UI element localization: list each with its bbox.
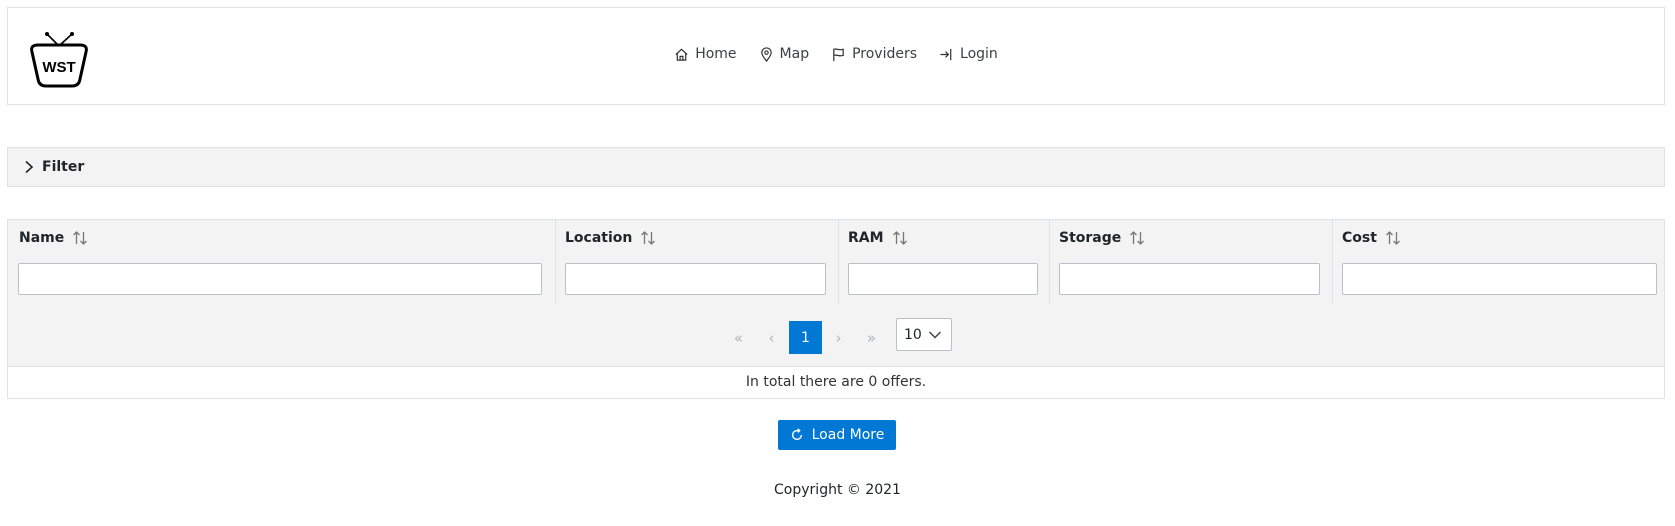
sort-icon [1130, 231, 1145, 245]
page-1-button[interactable]: 1 [789, 321, 822, 354]
last-page-button[interactable]: » [855, 321, 888, 354]
column-location-header[interactable]: Location [565, 230, 656, 246]
footer-copyright: Copyright © 2021 [774, 482, 901, 498]
sort-icon [1385, 231, 1400, 245]
cost-filter-input[interactable] [1342, 263, 1657, 295]
map-pin-icon [760, 46, 772, 62]
main-nav: Home Map Providers Login [8, 46, 1664, 62]
home-icon [675, 48, 688, 61]
rows-per-page-dropdown[interactable]: 10 [896, 318, 952, 351]
column-location-label: Location [565, 230, 633, 246]
column-location: Location [555, 220, 839, 304]
offers-table: Name Location RAM Storage Cost « ‹ 1 › »… [7, 219, 1665, 399]
prev-page-button[interactable]: ‹ [755, 321, 788, 354]
nav-home[interactable]: Home [674, 46, 737, 62]
rows-per-page-value: 10 [904, 326, 922, 343]
paginator: « ‹ 1 › » 10 [8, 304, 1664, 367]
first-page-button[interactable]: « [722, 321, 755, 354]
column-storage-header[interactable]: Storage [1059, 230, 1145, 246]
refresh-icon [791, 428, 802, 441]
column-name: Name [8, 220, 555, 304]
column-storage-label: Storage [1059, 230, 1122, 246]
column-ram-label: RAM [848, 230, 884, 246]
nav-map[interactable]: Map [759, 46, 810, 62]
column-cost-header[interactable]: Cost [1342, 230, 1401, 246]
sort-icon [892, 231, 907, 245]
flag-icon [833, 47, 844, 61]
storage-filter-input[interactable] [1059, 263, 1320, 295]
filter-label: Filter [42, 159, 85, 175]
column-ram: RAM [838, 220, 1050, 304]
column-storage: Storage [1049, 220, 1333, 304]
nav-login[interactable]: Login [939, 46, 998, 62]
column-name-label: Name [19, 230, 65, 246]
next-page-button[interactable]: › [822, 321, 855, 354]
nav-map-label: Map [779, 46, 810, 62]
sort-icon [641, 231, 656, 245]
chevron-down-icon [928, 331, 942, 339]
top-navbar: WST Home Map Providers Login [7, 7, 1665, 105]
login-icon [940, 48, 952, 60]
name-filter-input[interactable] [18, 263, 542, 295]
load-more-label: Load More [811, 427, 885, 443]
location-filter-input[interactable] [565, 263, 826, 295]
total-summary: In total there are 0 offers. [745, 374, 927, 390]
nav-providers[interactable]: Providers [831, 46, 917, 62]
ram-filter-input[interactable] [848, 263, 1038, 295]
nav-login-label: Login [960, 46, 998, 62]
load-more-button[interactable]: Load More [778, 420, 896, 450]
column-cost-label: Cost [1342, 230, 1377, 246]
table-header: Name Location RAM Storage Cost [8, 220, 1664, 305]
column-name-header[interactable]: Name [19, 230, 88, 246]
nav-providers-label: Providers [852, 46, 918, 62]
chevron-right-icon [24, 160, 34, 174]
sort-icon [73, 231, 88, 245]
column-cost: Cost [1332, 220, 1665, 304]
column-ram-header[interactable]: RAM [848, 230, 908, 246]
filter-panel-toggle[interactable]: Filter [7, 147, 1665, 187]
nav-home-label: Home [695, 46, 737, 62]
